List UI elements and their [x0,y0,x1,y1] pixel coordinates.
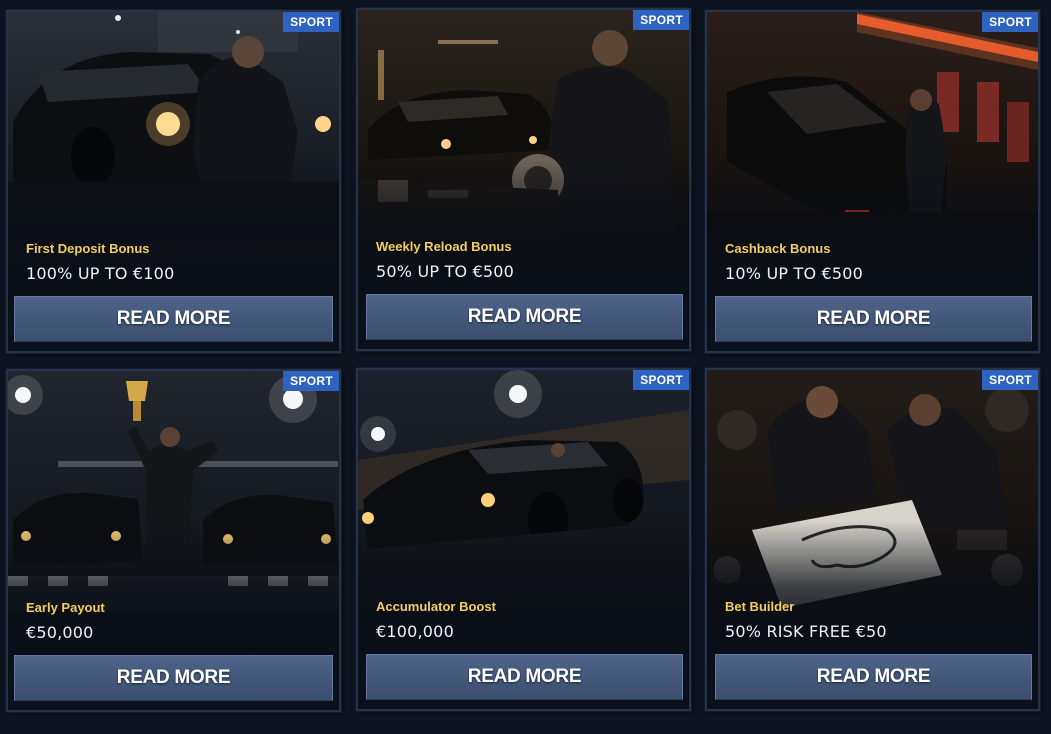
promo-card[interactable]: SPORT Accumulator Boost €100,000 READ MO… [356,368,691,711]
read-more-button[interactable]: READ MORE [14,655,333,701]
read-more-button[interactable]: READ MORE [366,294,683,340]
promo-card[interactable]: SPORT Early Payout €50,000 READ MORE [6,369,341,712]
promo-title: Bet Builder [725,599,795,614]
promo-value: €50,000 [26,623,94,642]
read-more-button[interactable]: READ MORE [715,296,1032,342]
sport-badge: SPORT [633,10,689,30]
promo-value: 10% UP TO €500 [725,264,864,283]
read-more-button[interactable]: READ MORE [14,296,333,342]
sport-badge: SPORT [283,371,339,391]
promo-value: €100,000 [376,622,454,641]
promo-value: 50% UP TO €500 [376,262,515,281]
promo-card[interactable]: SPORT Weekly Reload Bonus 50% UP TO €500… [356,8,691,351]
promo-card[interactable]: SPORT First Deposit Bonus 100% UP TO €10… [6,10,341,353]
promo-card[interactable]: SPORT Cashback Bonus 10% UP TO €500 READ… [705,10,1040,353]
promo-title: First Deposit Bonus [26,241,150,256]
promo-title: Cashback Bonus [725,241,831,256]
read-more-button[interactable]: READ MORE [366,654,683,700]
read-more-button[interactable]: READ MORE [715,654,1032,700]
promo-title: Accumulator Boost [376,599,496,614]
sport-badge: SPORT [633,370,689,390]
sport-badge: SPORT [982,370,1038,390]
promo-card[interactable]: SPORT Bet Builder 50% RISK FREE €50 READ… [705,368,1040,711]
sport-badge: SPORT [283,12,339,32]
promo-value: 50% RISK FREE €50 [725,622,887,641]
promotions-grid: SPORT First Deposit Bonus 100% UP TO €10… [0,0,1051,734]
promo-title: Early Payout [26,600,105,615]
sport-badge: SPORT [982,12,1038,32]
promo-title: Weekly Reload Bonus [376,239,512,254]
promo-value: 100% UP TO €100 [26,264,175,283]
